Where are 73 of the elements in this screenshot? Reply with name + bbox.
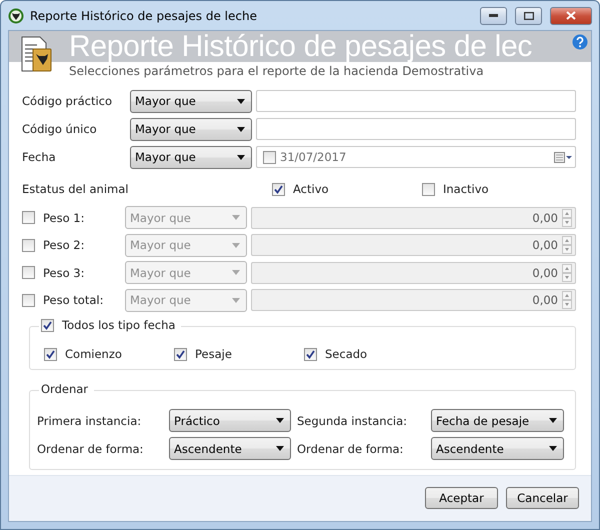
number-input[interactable]: 0,00 [251, 262, 576, 284]
operator-dropdown[interactable]: Mayor que [130, 146, 252, 168]
order-label: Segunda instancia: [297, 414, 408, 428]
date-field[interactable]: 31/07/2017 [256, 146, 576, 168]
banner-title: Reporte Histórico de pesajes de lec [69, 31, 532, 62]
checkbox-label: Secado [325, 347, 368, 361]
weight-checkbox[interactable] [22, 211, 35, 224]
date-checkbox[interactable] [263, 150, 276, 164]
dropdown-arrow-icon [237, 126, 245, 132]
weight-checkbox[interactable] [22, 294, 35, 307]
window-title: Reporte Histórico de pesajes de leche [30, 8, 258, 22]
weight-checkbox[interactable] [22, 266, 35, 280]
weight-checkbox[interactable] [22, 238, 35, 252]
date-type-checkbox[interactable] [174, 348, 187, 360]
date-type-checkbox[interactable] [304, 348, 317, 360]
value-input[interactable] [256, 90, 576, 112]
filter-label: Código único [22, 122, 98, 136]
checkbox-label: Peso 2: [43, 238, 84, 252]
order-label: Ordenar de forma: [297, 442, 404, 456]
dropdown-arrow-icon [276, 418, 284, 423]
app-logo-icon [8, 8, 24, 24]
spinner-icon[interactable] [562, 291, 572, 310]
number-input[interactable]: 0,00 [251, 234, 576, 256]
dropdown-arrow-icon [276, 446, 284, 451]
operator-dropdown[interactable]: Mayor que [130, 90, 252, 112]
filter-label: Código práctico [22, 94, 114, 108]
close-icon [566, 11, 576, 20]
dropdown-arrow-icon [237, 98, 245, 104]
minimize-icon [489, 14, 498, 17]
dialog-button[interactable]: Cancelar [506, 486, 579, 508]
maximize-icon [524, 12, 534, 20]
checkbox-label: Todos los tipo fecha [62, 318, 176, 332]
minimize-button[interactable] [480, 6, 507, 24]
dropdown-arrow-icon [237, 154, 245, 160]
checkbox-label: Pesaje [195, 347, 232, 361]
order-dropdown[interactable]: Ascendente [431, 437, 564, 460]
status-checkbox[interactable] [422, 182, 435, 196]
dropdown-arrow-icon [549, 446, 557, 451]
dropdown-arrow-icon [549, 418, 557, 423]
checkbox-label: Peso 3: [43, 266, 84, 280]
checkbox-label: Inactivo [443, 182, 489, 196]
group-title: Ordenar [41, 382, 88, 396]
calendar-icon[interactable] [554, 151, 572, 163]
date-type-checkbox[interactable] [44, 348, 57, 360]
order-dropdown[interactable]: Práctico [169, 409, 291, 432]
checkbox-label: Comienzo [65, 347, 122, 361]
order-label: Primera instancia: [37, 414, 142, 428]
dropdown-arrow-icon [232, 242, 240, 248]
operator-dropdown[interactable]: Mayor que [130, 118, 252, 140]
dropdown-arrow-icon [232, 298, 240, 303]
spinner-icon[interactable] [562, 208, 572, 227]
dropdown-arrow-icon [232, 215, 240, 220]
spinner-icon[interactable] [562, 264, 572, 282]
spinner-icon[interactable] [562, 236, 572, 254]
maximize-button[interactable] [515, 6, 542, 24]
order-dropdown[interactable]: Fecha de pesaje [431, 409, 564, 432]
filter-label: Fecha [22, 150, 57, 164]
dropdown-arrow-icon [232, 270, 240, 276]
number-input[interactable]: 0,00 [251, 206, 576, 229]
value-input[interactable] [256, 118, 576, 140]
dialog-button[interactable]: Aceptar [425, 486, 498, 508]
status-checkbox[interactable] [272, 182, 285, 196]
header-subtitle: Selecciones parámetros para el reporte de la hacienda Demostrativa [69, 64, 484, 78]
checkbox-label: Peso 1: [43, 210, 84, 225]
checkbox-label: Peso total: [43, 293, 104, 308]
close-button[interactable] [550, 6, 592, 24]
number-input[interactable]: 0,00 [251, 289, 576, 312]
help-icon[interactable] [572, 34, 588, 50]
order-dropdown[interactable]: Ascendente [169, 437, 291, 460]
checkbox-label: Activo [293, 182, 329, 196]
status-label: Estatus del animal [22, 182, 130, 196]
order-label: Ordenar de forma: [37, 442, 144, 456]
all-dates-checkbox[interactable] [41, 318, 54, 332]
